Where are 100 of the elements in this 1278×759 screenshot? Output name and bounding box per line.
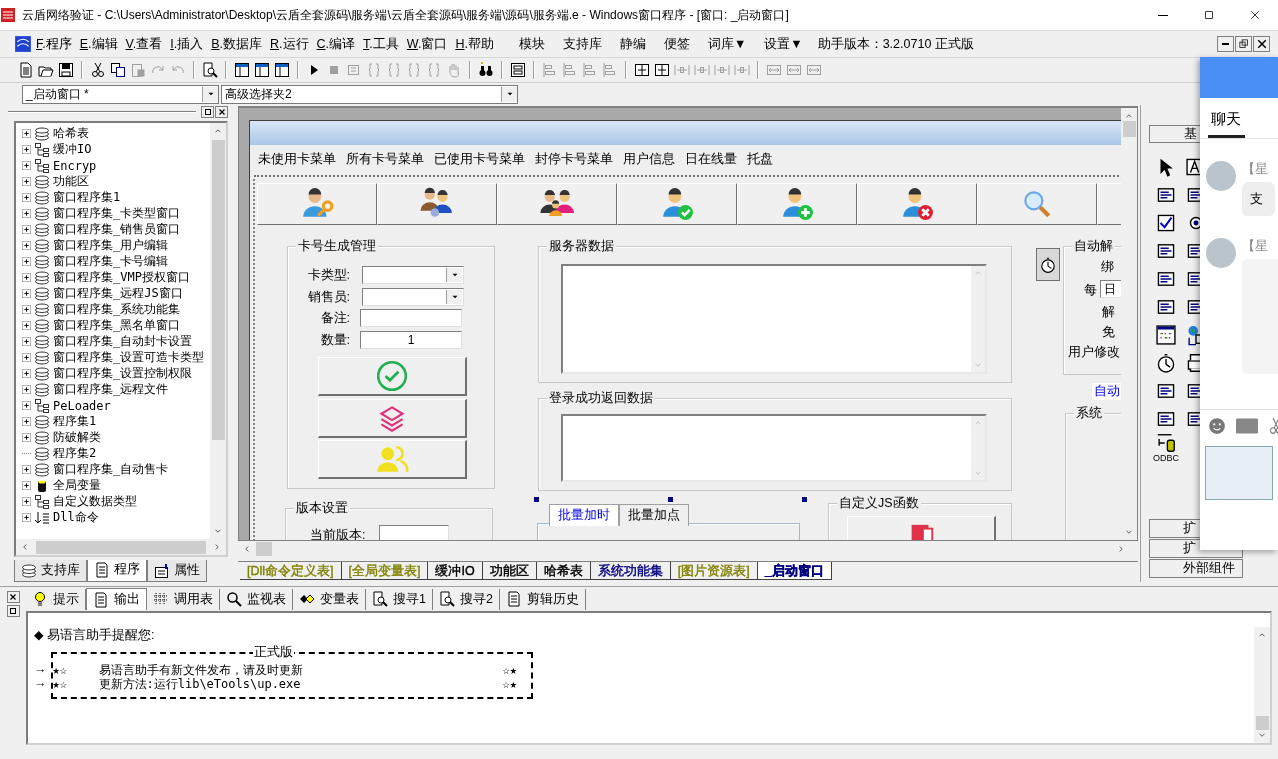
input-field[interactable]: 日: [1100, 280, 1121, 298]
expand-icon[interactable]: [22, 193, 31, 203]
scissors-icon[interactable]: [90, 62, 106, 78]
center-icon[interactable]: [634, 62, 650, 78]
menu-item[interactable]: F.程序: [32, 32, 76, 56]
tree-item[interactable]: 窗口程序集_系统功能集: [22, 301, 210, 318]
vertical-scrollbar[interactable]: [1254, 627, 1270, 743]
menu-item[interactable]: 静编: [610, 32, 655, 56]
menu-item[interactable]: H.帮助: [451, 32, 498, 56]
expand-icon[interactable]: [22, 369, 31, 379]
expand-icon[interactable]: [22, 161, 31, 171]
restore-button[interactable]: [201, 105, 214, 118]
center-icon[interactable]: [654, 62, 670, 78]
tree-item[interactable]: 全局变量: [22, 477, 210, 494]
editor-tab[interactable]: 哈希表: [536, 562, 591, 580]
expand-icon[interactable]: [22, 513, 31, 523]
odbc-icon[interactable]: [1155, 431, 1177, 454]
chat-tab[interactable]: 聊天: [1208, 110, 1245, 138]
action-button[interactable]: [318, 440, 467, 479]
timer-icon[interactable]: [1155, 352, 1177, 374]
menu-item[interactable]: E.编辑: [75, 32, 122, 56]
binoculars-icon[interactable]: [478, 62, 494, 78]
expand-icon[interactable]: [22, 337, 31, 347]
scrollbar-thumb[interactable]: [211, 139, 225, 440]
scrollbar-thumb[interactable]: [1122, 121, 1136, 137]
scrollbar-thumb[interactable]: [256, 542, 272, 556]
expand-icon[interactable]: [22, 305, 31, 315]
menu-item[interactable]: B.数据库: [207, 32, 267, 56]
dropdown-field[interactable]: [362, 266, 464, 284]
tree-item[interactable]: 窗口程序集_自动封卡设置: [22, 333, 210, 350]
expand-icon[interactable]: [22, 145, 31, 155]
output-tab[interactable]: 输出: [86, 588, 147, 610]
editor-tab[interactable]: [图片资源表]: [670, 562, 758, 580]
expand-icon[interactable]: [22, 385, 31, 395]
close-button[interactable]: [1253, 36, 1270, 52]
action-button[interactable]: [318, 398, 467, 438]
expand-icon[interactable]: [22, 433, 31, 443]
expand-icon[interactable]: [22, 417, 31, 427]
output-tab[interactable]: 搜寻2: [432, 588, 500, 610]
expand-icon[interactable]: [22, 321, 31, 331]
tree-item[interactable]: 窗口程序集_远程文件: [22, 381, 210, 398]
tree-item[interactable]: 功能区: [22, 173, 210, 190]
vertical-scrollbar[interactable]: [210, 122, 226, 539]
dropdown-field[interactable]: [362, 288, 464, 306]
form-toolbar-button[interactable]: [497, 183, 617, 225]
expand-icon[interactable]: [22, 497, 31, 507]
form-menu-item[interactable]: 所有卡号菜单: [346, 151, 424, 168]
form-icon[interactable]: [510, 62, 526, 78]
page-magnifier-icon[interactable]: [202, 62, 218, 78]
toolbox-group-button[interactable]: 外部组件: [1149, 559, 1243, 578]
expand-icon[interactable]: [22, 241, 31, 251]
form-menu-item[interactable]: 已使用卡号菜单: [434, 151, 525, 168]
expand-icon[interactable]: [22, 129, 31, 139]
expand-icon[interactable]: [22, 177, 31, 187]
output-tab[interactable]: 搜寻1: [366, 588, 433, 610]
menu-item[interactable]: I.插入: [166, 32, 208, 56]
input-field[interactable]: [360, 309, 462, 327]
restore-button[interactable]: [6, 605, 20, 617]
selection-handle[interactable]: [802, 497, 807, 502]
tree-item[interactable]: 防破解类: [22, 429, 210, 446]
expand-icon[interactable]: [22, 273, 31, 283]
tree-item[interactable]: 窗口程序集_自动售卡: [22, 461, 210, 478]
form-menu-item[interactable]: 日在线量: [685, 151, 737, 168]
link-label[interactable]: 自动: [1092, 383, 1121, 400]
scrollbar-thumb[interactable]: [1255, 716, 1269, 730]
selection-handle[interactable]: [534, 497, 539, 502]
close-button[interactable]: [6, 591, 20, 603]
panel-tab[interactable]: 程序: [87, 560, 147, 582]
editor-tab[interactable]: [全局变量表]: [341, 562, 429, 580]
tree-item[interactable]: 窗口程序集_销售员窗口: [22, 221, 210, 238]
tab[interactable]: 批量加点: [619, 504, 689, 526]
expand-icon[interactable]: [22, 289, 31, 299]
menu-item[interactable]: 设置▼: [755, 32, 812, 56]
layout-icon[interactable]: [254, 62, 270, 78]
tree-item[interactable]: 窗口程序集_远程JS窗口: [22, 285, 210, 302]
save-icon[interactable]: [58, 62, 74, 78]
menu-item[interactable]: W.窗口: [402, 32, 452, 56]
scrollbar-thumb[interactable]: [36, 540, 206, 554]
tree-item[interactable]: 窗口程序集_VMP授权窗口: [22, 269, 210, 286]
tree-item[interactable]: 窗口程序集_设置控制权限: [22, 365, 210, 382]
form-menu-item[interactable]: 用户信息: [623, 151, 675, 168]
tree-item[interactable]: 窗口程序集_黑名单窗口: [22, 317, 210, 334]
panel-tab[interactable]: 属性: [147, 560, 207, 582]
object-dropdown[interactable]: _启动窗口 *: [22, 84, 219, 104]
expand-icon[interactable]: [22, 209, 31, 219]
editor-tab[interactable]: 功能区: [482, 562, 537, 580]
menu-item[interactable]: 支持库: [553, 32, 611, 56]
checkbox-icon[interactable]: [1155, 212, 1177, 234]
tree-item[interactable]: 自定义数据类型: [22, 493, 210, 510]
new-file-icon[interactable]: [18, 62, 34, 78]
tree-item[interactable]: 窗口程序集1: [22, 189, 210, 206]
selection-handle[interactable]: [668, 497, 673, 502]
layout-icon[interactable]: [234, 62, 250, 78]
output-tab[interactable]: 监视表: [220, 588, 293, 610]
menu-item[interactable]: V.查看: [121, 32, 167, 56]
tree-item[interactable]: 程序集2: [22, 445, 210, 462]
colorgrid-icon[interactable]: [1155, 324, 1177, 346]
editor-tab[interactable]: 系统功能集: [590, 562, 671, 580]
form-menu-item[interactable]: 封停卡号菜单: [535, 151, 613, 168]
layout-icon[interactable]: [274, 62, 290, 78]
